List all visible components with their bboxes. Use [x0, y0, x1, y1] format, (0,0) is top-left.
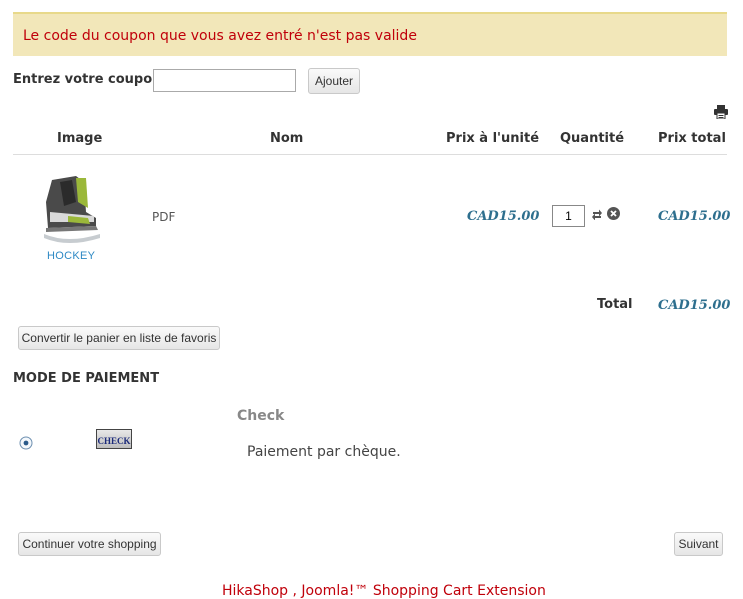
- column-header-image: Image: [57, 131, 103, 146]
- column-header-unit-price: Prix à l'unité: [446, 131, 540, 146]
- coupon-input[interactable]: [153, 69, 296, 92]
- error-alert: Le code du coupon que vous avez entré n'…: [13, 12, 727, 56]
- row-total-price: CAD15.00: [658, 209, 731, 224]
- column-header-quantity: Quantité: [560, 131, 625, 146]
- unit-price: CAD15.00: [467, 209, 540, 224]
- radio-icon[interactable]: [19, 436, 33, 450]
- footer-link[interactable]: HikaShop , Joomla!™ Shopping Cart Extens…: [222, 583, 546, 599]
- next-button[interactable]: Suivant: [674, 532, 723, 556]
- remove-icon[interactable]: [607, 207, 620, 220]
- product-image[interactable]: HOCKEY: [38, 172, 102, 264]
- convert-to-wishlist-button[interactable]: Convertir le panier en liste de favoris: [18, 326, 220, 350]
- cart-total-value: CAD15.00: [658, 298, 731, 313]
- coupon-label: Entrez votre coupon: [13, 72, 162, 87]
- check-logo-text: CHECK: [97, 436, 131, 446]
- column-header-name: Nom: [270, 131, 304, 146]
- quantity-input[interactable]: [552, 205, 585, 227]
- refresh-icon[interactable]: [591, 208, 603, 220]
- table-header-divider: [13, 154, 727, 155]
- total-label: Total: [597, 297, 633, 312]
- hockey-skate-image: [44, 176, 100, 243]
- print-icon[interactable]: [714, 105, 728, 119]
- check-payment-logo: CHECK: [96, 429, 132, 449]
- payment-section-title: MODE DE PAIEMENT: [13, 371, 160, 386]
- payment-method-description: Paiement par chèque.: [247, 444, 401, 460]
- payment-method-name: Check: [237, 408, 285, 424]
- column-header-total-price: Prix total: [658, 131, 726, 146]
- add-coupon-button[interactable]: Ajouter: [308, 68, 360, 94]
- product-name: PDF: [152, 210, 176, 224]
- continue-shopping-button[interactable]: Continuer votre shopping: [18, 532, 161, 556]
- error-message: Le code du coupon que vous avez entré n'…: [23, 28, 417, 44]
- product-image-caption: HOCKEY: [47, 250, 96, 262]
